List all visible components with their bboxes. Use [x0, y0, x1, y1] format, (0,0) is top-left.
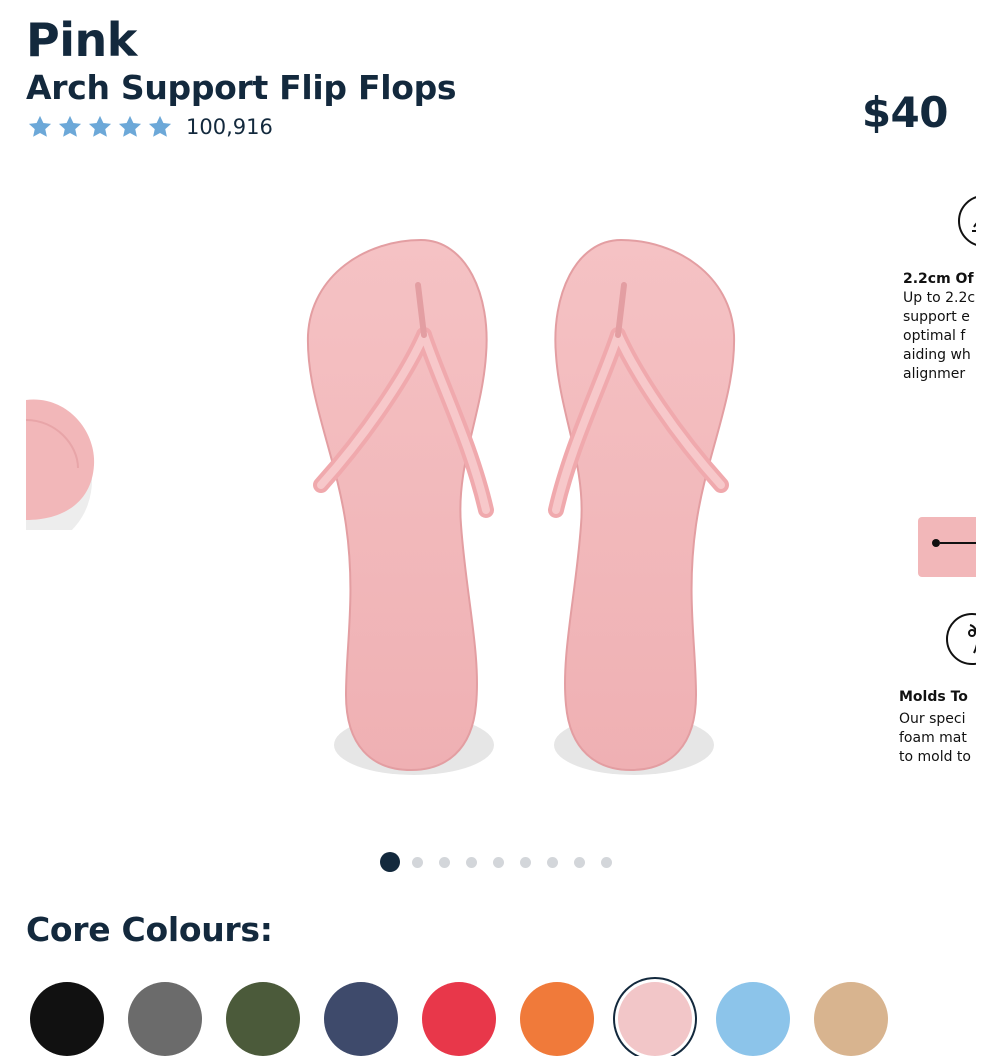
star-icon: [26, 113, 54, 141]
pagination-dot[interactable]: [466, 856, 477, 868]
feature-text-line: Our speci: [899, 711, 966, 727]
core-colours-heading: Core Colours:: [26, 910, 273, 949]
next-slide-peek[interactable]: 2.2cm Of Up to 2.2c support e optimal f …: [886, 175, 976, 835]
feature-text-line: support e: [903, 309, 970, 325]
rating-stars: [26, 113, 176, 141]
feature-text-line: alignmer: [903, 366, 966, 382]
carousel-pagination: [380, 851, 628, 873]
colour-swatch-navy[interactable]: [324, 982, 398, 1056]
product-price: $40: [861, 88, 949, 137]
pagination-dot[interactable]: [574, 856, 585, 868]
rating[interactable]: 100,916: [26, 112, 273, 142]
previous-slide-peek[interactable]: [26, 390, 106, 546]
colour-swatch-pink[interactable]: [618, 982, 692, 1056]
star-icon: [56, 113, 84, 141]
colour-swatch-red[interactable]: [422, 982, 496, 1056]
colour-swatch-black[interactable]: [30, 982, 104, 1056]
star-icon: [116, 113, 144, 141]
product-image-carousel[interactable]: 2.2cm Of Up to 2.2c support e optimal f …: [26, 175, 976, 835]
feature-text-line: foam mat: [899, 730, 967, 746]
pagination-dot[interactable]: [439, 856, 450, 868]
star-icon: [86, 113, 114, 141]
feature-text-line: optimal f: [903, 328, 966, 344]
pagination-dot[interactable]: [547, 856, 558, 868]
arch-support-icon: [958, 195, 976, 247]
feature-title: Molds To: [899, 689, 968, 705]
foot-mold-icon: [946, 613, 976, 665]
feature-text-line: to mold to: [899, 749, 971, 765]
feature-title: 2.2cm Of: [903, 271, 974, 287]
rating-count: 100,916: [186, 115, 273, 139]
pagination-dot[interactable]: [412, 856, 423, 868]
main-product-image[interactable]: [296, 225, 746, 785]
star-icon: [146, 113, 174, 141]
pagination-dot-active[interactable]: [380, 852, 400, 872]
flip-flop-edge-image: [26, 399, 95, 546]
feature-text-line: aiding wh: [903, 347, 971, 363]
pagination-dot[interactable]: [601, 856, 612, 868]
pagination-dot[interactable]: [520, 856, 531, 868]
pink-flip-flops-image: [306, 238, 736, 775]
product-name: Arch Support Flip Flops: [26, 68, 457, 107]
colour-swatch-olive[interactable]: [226, 982, 300, 1056]
colour-swatch-sand[interactable]: [814, 982, 888, 1056]
feature-text-line: Up to 2.2c: [903, 290, 976, 306]
colour-swatch-light-blue[interactable]: [716, 982, 790, 1056]
colour-swatch-grey[interactable]: [128, 982, 202, 1056]
pagination-dot[interactable]: [493, 856, 504, 868]
colour-swatch-orange[interactable]: [520, 982, 594, 1056]
sole-cross-section-image: [918, 517, 976, 577]
product-colour-title: Pink: [26, 13, 137, 67]
